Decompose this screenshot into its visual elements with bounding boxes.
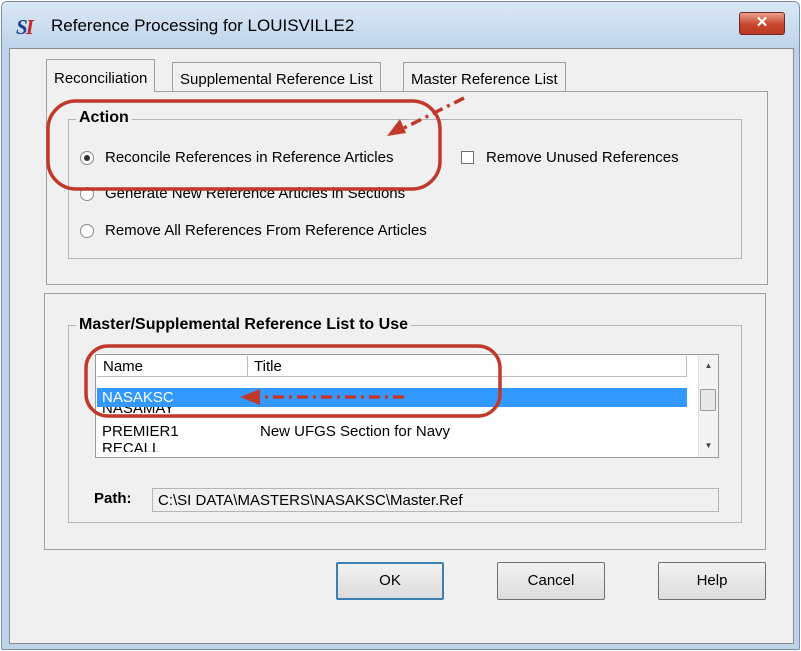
annotation-arrow-action-head [387, 119, 406, 136]
annotation-oval-action [46, 99, 442, 191]
annotation-overlay [46, 96, 502, 418]
annotation-arrow-list-head [240, 389, 260, 405]
annotation-oval-listbox [84, 344, 502, 418]
dialog-window: SI Reference Processing for LOUISVILLE2 … [1, 1, 800, 650]
tab-reconciliation[interactable]: Reconciliation [46, 59, 156, 92]
